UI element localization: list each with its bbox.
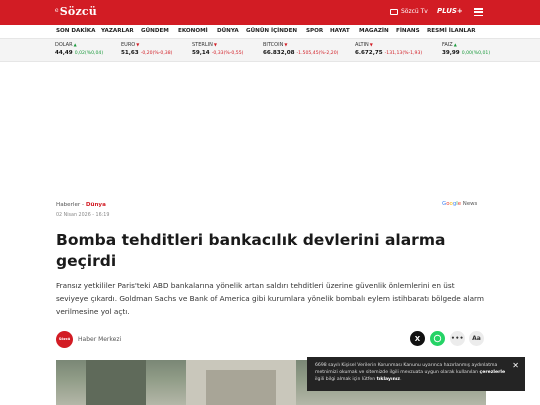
author-info[interactable]: Sözcü Haber Merkezi	[56, 330, 121, 348]
author-name: Haber Merkezi	[78, 335, 122, 343]
ticker-change: 0,02(%0,04)	[74, 51, 104, 56]
market-ticker: DOLAR▲ 44,49 0,02(%0,04) EURO▼ 51,63 -0,20…	[0, 39, 540, 62]
main-nav: SON DAKİKA YAZARLAR GÜNDEM EKONOMİ DÜNYA…	[0, 25, 540, 39]
ticker-change: -131,13(%-1,93)	[384, 51, 423, 56]
nav-gunun-icinden[interactable]: GÜNÜN İÇİNDEN	[246, 28, 297, 34]
arrow-down-icon: ▼	[136, 42, 140, 47]
nav-finans[interactable]: FİNANS	[396, 28, 420, 34]
plus-link[interactable]: PLUS+	[437, 7, 463, 15]
article-summary: Fransız yetkililer Paris'teki ABD bankal…	[56, 281, 485, 316]
cookie-link-cerezler[interactable]: çerezlerle	[480, 370, 506, 375]
ticker-name: FAIZ	[442, 42, 453, 48]
x-share-icon[interactable]: X	[410, 331, 425, 346]
article-date: 02 Nisan 2026 - 16:19	[56, 213, 110, 218]
arrow-up-icon: ▲	[73, 42, 77, 47]
ticker-item[interactable]: EURO▼ 51,63 -0,20(%-0,38)	[121, 42, 189, 56]
ticker-change: -0,33(%-0,55)	[211, 51, 244, 56]
nav-hayat[interactable]: HAYAT	[330, 28, 350, 34]
arrow-down-icon: ▼	[284, 42, 288, 47]
arrow-up-icon: ▲	[453, 42, 457, 47]
ticker-item[interactable]: STERLIN▼ 59,14 -0,33(%-0,55)	[192, 42, 260, 56]
logo-prefix: e	[55, 7, 59, 14]
ticker-name: STERLIN	[192, 42, 213, 48]
ticker-name: BITCOIN	[263, 42, 284, 48]
font-size-icon[interactable]: Aa	[469, 331, 484, 346]
breadcrumb: Haberler - Dünya	[56, 202, 106, 208]
ticker-change: 0,00(%0,01)	[461, 51, 491, 56]
ticker-name: DOLAR	[55, 42, 73, 48]
nav-dunya[interactable]: DÜNYA	[217, 28, 239, 34]
cookie-link-tiklayiniz[interactable]: tıklayınız	[377, 377, 400, 382]
ticker-item[interactable]: BITCOIN▼ 66.832,08 -1.505,45(%-2,20)	[263, 42, 353, 56]
nav-yazarlar[interactable]: YAZARLAR	[101, 28, 134, 34]
top-bar: eSözcü Sözcü Tv PLUS+	[0, 0, 540, 25]
cookie-text: ilgili bilgi almak için lütfen	[315, 377, 377, 382]
whatsapp-icon[interactable]	[430, 331, 445, 346]
google-news-icon: Google	[442, 201, 462, 207]
ticker-value: 39,99	[442, 50, 460, 56]
logo-text: Sözcü	[59, 5, 97, 18]
ticker-item[interactable]: DOLAR▲ 44,49 0,02(%0,04)	[55, 42, 123, 56]
ticker-change: -1.505,45(%-2,20)	[296, 51, 339, 56]
article-headline: Bomba tehditleri bankacılık devlerini al…	[56, 231, 446, 270]
close-icon[interactable]: ✕	[512, 362, 519, 370]
ticker-item[interactable]: ALTIN▼ 6.672,75 -131,13(%-1,93)	[355, 42, 440, 56]
ticker-value: 66.832,08	[263, 50, 295, 56]
arrow-down-icon: ▼	[369, 42, 373, 47]
cookie-text: .	[400, 377, 402, 382]
nav-spor[interactable]: SPOR	[306, 28, 323, 34]
nav-son-dakika[interactable]: SON DAKİKA	[56, 28, 95, 34]
cookie-text: 6698 sayılı Kişisel Verilerin Korunması …	[315, 363, 498, 375]
breadcrumb-parent[interactable]: Haberler	[56, 202, 80, 208]
ticker-value: 59,14	[192, 50, 210, 56]
ticker-name: EURO	[121, 42, 136, 48]
more-icon[interactable]: •••	[450, 331, 465, 346]
nav-ekonomi[interactable]: EKONOMİ	[178, 28, 208, 34]
avatar: Sözcü	[56, 330, 73, 348]
ticker-change: -0,20(%-0,38)	[140, 51, 173, 56]
nav-resmi-ilanlar[interactable]: RESMİ İLANLAR	[427, 28, 476, 34]
ticker-value: 51,63	[121, 50, 139, 56]
breadcrumb-category[interactable]: Dünya	[86, 202, 106, 208]
site-logo[interactable]: eSözcü	[55, 5, 97, 18]
ticker-value: 44,49	[55, 50, 73, 56]
nav-magazin[interactable]: MAGAZİN	[359, 28, 389, 34]
arrow-down-icon: ▼	[213, 42, 217, 47]
google-news-label: News	[462, 201, 478, 207]
ticker-item[interactable]: FAIZ▲ 39,99 0,00(%0,01)	[442, 42, 527, 56]
tv-icon	[390, 8, 398, 15]
google-news-link[interactable]: Google News	[442, 201, 477, 207]
sozcu-tv-link[interactable]: Sözcü Tv	[390, 8, 428, 15]
ticker-value: 6.672,75	[355, 50, 383, 56]
ticker-name: ALTIN	[355, 42, 369, 48]
tv-label: Sözcü Tv	[401, 8, 428, 15]
cookie-banner: 6698 sayılı Kişisel Verilerin Korunması …	[307, 357, 525, 391]
menu-icon[interactable]	[474, 8, 483, 16]
nav-gundem[interactable]: GÜNDEM	[141, 28, 169, 34]
